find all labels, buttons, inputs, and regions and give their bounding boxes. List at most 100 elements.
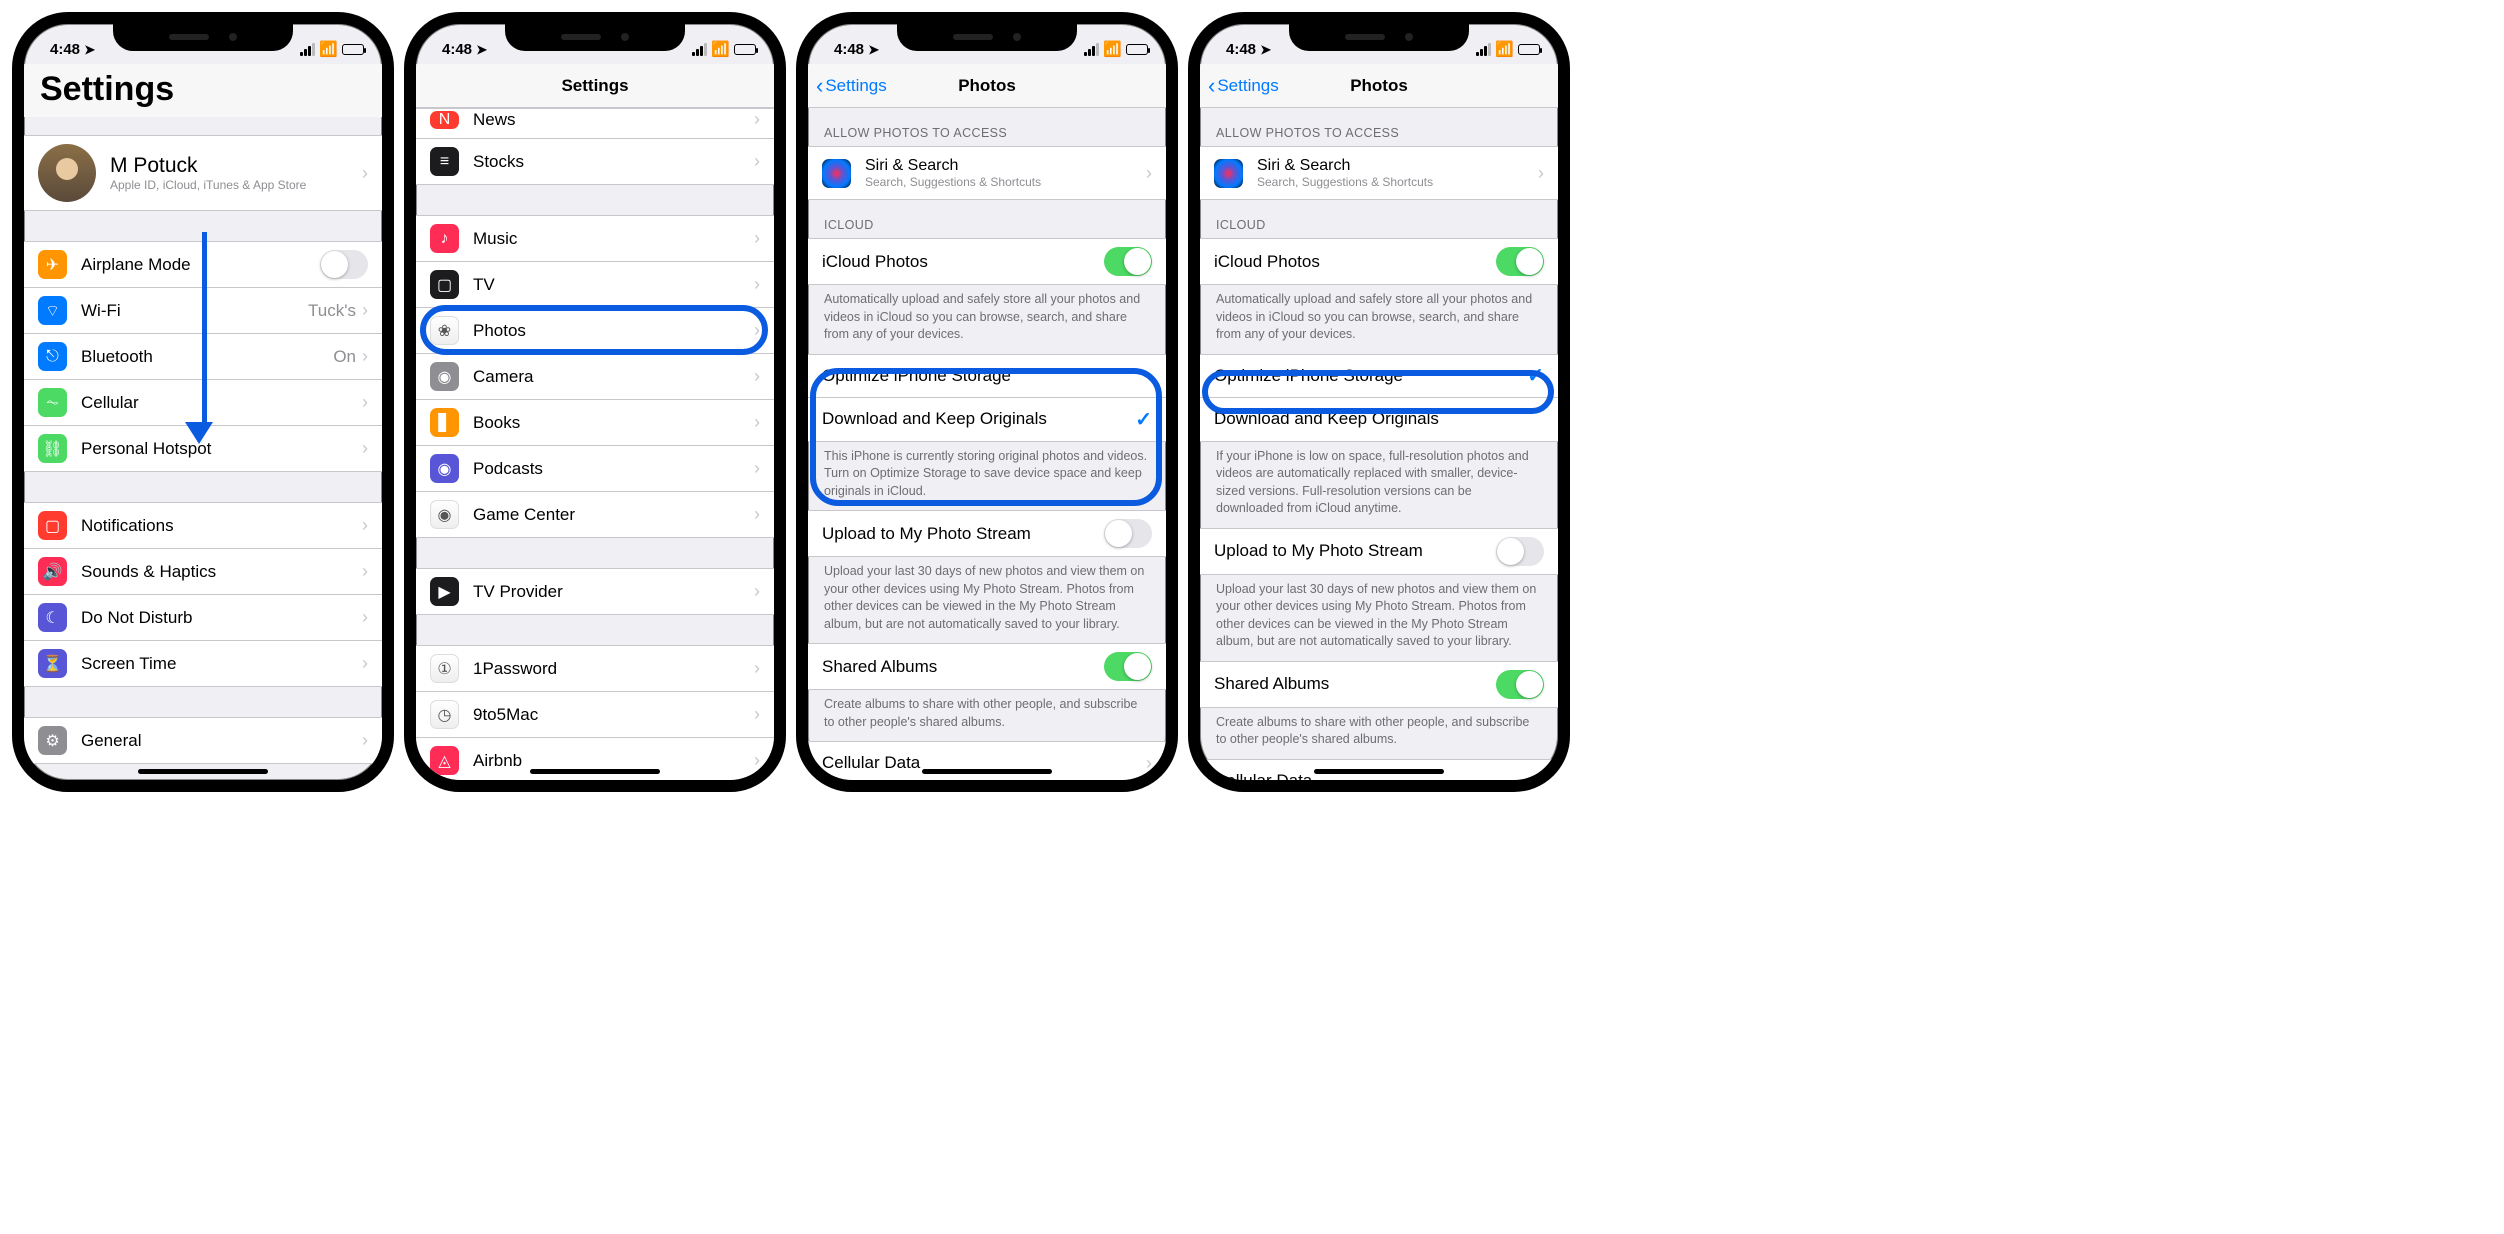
cell-label: News	[473, 110, 754, 130]
chevron-right-icon: ›	[1146, 163, 1152, 184]
chevron-right-icon: ›	[754, 366, 760, 387]
app-icon: ☾	[38, 603, 67, 632]
setting-cell-1password[interactable]: ①1Password›	[416, 645, 774, 692]
chevron-right-icon: ›	[754, 658, 760, 679]
home-indicator	[1314, 769, 1444, 774]
cell-label: Wi-Fi	[81, 301, 308, 321]
siri-search-cell[interactable]: Siri & Search Search, Suggestions & Shor…	[1200, 146, 1558, 200]
photo-stream-switch[interactable]	[1496, 537, 1544, 566]
back-button[interactable]: ‹Settings	[816, 75, 887, 97]
optimize-storage-cell[interactable]: Optimize iPhone Storage	[808, 354, 1166, 398]
setting-cell-camera[interactable]: ◉Camera›	[416, 354, 774, 400]
storage-footer: This iPhone is currently storing origina…	[808, 442, 1166, 511]
setting-cell-photos[interactable]: ❀Photos›	[416, 308, 774, 354]
storage-footer: If your iPhone is low on space, full-res…	[1200, 442, 1558, 528]
optimize-label: Optimize iPhone Storage	[822, 366, 1152, 386]
icloud-photos-switch[interactable]	[1104, 247, 1152, 276]
setting-cell-stocks[interactable]: ≡Stocks›	[416, 139, 774, 185]
setting-cell-do-not-disturb[interactable]: ☾ Do Not Disturb›	[24, 595, 382, 641]
location-icon: ➤	[476, 42, 487, 58]
setting-cell-general[interactable]: ⚙General›	[24, 717, 382, 764]
page-title: Settings	[24, 64, 382, 117]
checkmark-icon: ✓	[1527, 363, 1544, 388]
chevron-right-icon: ›	[362, 730, 368, 751]
cell-detail: On	[333, 347, 356, 367]
app-icon: ⚙	[38, 726, 67, 755]
siri-search-cell[interactable]: Siri & Search Search, Suggestions & Shor…	[808, 146, 1166, 200]
icloud-photos-label: iCloud Photos	[1214, 252, 1496, 272]
notch	[897, 23, 1077, 51]
nav-title: Photos	[1350, 76, 1408, 96]
setting-cell-9to5mac[interactable]: ◷9to5Mac›	[416, 692, 774, 738]
shared-footer: Create albums to share with other people…	[808, 690, 1166, 741]
cellular-data-cell[interactable]: Cellular Data ›	[808, 741, 1166, 780]
section-header-icloud: ICLOUD	[808, 200, 1166, 238]
download-originals-cell[interactable]: Download and Keep Originals ✓	[808, 398, 1166, 442]
chevron-right-icon: ›	[362, 392, 368, 413]
nav-bar: ‹Settings Photos	[1200, 64, 1558, 108]
profile-name: M Potuck	[110, 154, 362, 178]
shared-albums-cell[interactable]: Shared Albums	[1200, 661, 1558, 708]
toggle-switch[interactable]	[320, 250, 368, 279]
icloud-photos-cell[interactable]: iCloud Photos	[808, 238, 1166, 285]
shared-label: Shared Albums	[1214, 674, 1496, 694]
download-originals-cell[interactable]: Download and Keep Originals	[1200, 398, 1558, 442]
cell-label: Podcasts	[473, 459, 754, 479]
app-icon: ⏦	[38, 388, 67, 417]
nav-bar: Settings	[416, 64, 774, 108]
phone-settings-main: 4:48 ➤ 📶 Settings M Potuck Apple ID, iCl…	[12, 12, 394, 792]
setting-cell-sounds-haptics[interactable]: 🔊Sounds & Haptics›	[24, 549, 382, 595]
wifi-icon: 📶	[1495, 40, 1514, 58]
shared-albums-switch[interactable]	[1104, 652, 1152, 681]
chevron-right-icon: ›	[754, 704, 760, 725]
setting-cell-notifications[interactable]: ▢Notifications›	[24, 502, 382, 549]
notch	[505, 23, 685, 51]
setting-cell-tv[interactable]: ▢TV›	[416, 262, 774, 308]
status-time: 4:48	[50, 41, 80, 58]
download-label: Download and Keep Originals	[822, 409, 1135, 429]
photo-stream-cell[interactable]: Upload to My Photo Stream	[1200, 528, 1558, 575]
download-label: Download and Keep Originals	[1214, 409, 1544, 429]
cell-label: TV Provider	[473, 582, 754, 602]
shared-albums-switch[interactable]	[1496, 670, 1544, 699]
cell-label: Music	[473, 229, 754, 249]
battery-icon	[1518, 44, 1540, 55]
chevron-right-icon: ›	[754, 412, 760, 433]
photo-stream-switch[interactable]	[1104, 519, 1152, 548]
upload-label: Upload to My Photo Stream	[1214, 541, 1496, 561]
chevron-left-icon: ‹	[1208, 75, 1215, 97]
optimize-storage-cell[interactable]: Optimize iPhone Storage ✓	[1200, 354, 1558, 398]
setting-cell-books[interactable]: ▋ Books›	[416, 400, 774, 446]
setting-cell-podcasts[interactable]: ◉Podcasts›	[416, 446, 774, 492]
chevron-right-icon: ›	[754, 750, 760, 771]
setting-cell-music[interactable]: ♪Music›	[416, 215, 774, 262]
chevron-right-icon: ›	[362, 438, 368, 459]
app-icon: ◉	[430, 362, 459, 391]
signal-icon	[1476, 43, 1491, 56]
app-icon: ▢	[38, 511, 67, 540]
icloud-photos-cell[interactable]: iCloud Photos	[1200, 238, 1558, 285]
app-icon: ◉	[430, 454, 459, 483]
cell-label: Airbnb	[473, 751, 754, 771]
setting-cell-tv-provider[interactable]: ▶TV Provider›	[416, 568, 774, 615]
app-icon: ▋	[430, 408, 459, 437]
location-icon: ➤	[868, 42, 879, 58]
cell-label: TV	[473, 275, 754, 295]
chevron-right-icon: ›	[754, 504, 760, 525]
upload-label: Upload to My Photo Stream	[822, 524, 1104, 544]
setting-cell-screen-time[interactable]: ⏳Screen Time›	[24, 641, 382, 687]
photo-stream-cell[interactable]: Upload to My Photo Stream	[808, 510, 1166, 557]
phone-photos-keep-originals: 4:48 ➤ 📶 ‹Settings Photos ALLOW PHOTOS T…	[796, 12, 1178, 792]
back-button[interactable]: ‹Settings	[1208, 75, 1279, 97]
chevron-right-icon: ›	[362, 607, 368, 628]
cell-label: Do Not Disturb	[81, 608, 362, 628]
setting-cell-news[interactable]: NNews›	[416, 108, 774, 139]
cell-label: Screen Time	[81, 654, 362, 674]
shared-albums-cell[interactable]: Shared Albums	[808, 643, 1166, 690]
cell-label: Books	[473, 413, 754, 433]
notch	[1289, 23, 1469, 51]
back-label: Settings	[825, 76, 886, 96]
setting-cell-game-center[interactable]: ◉Game Center›	[416, 492, 774, 538]
profile-cell[interactable]: M Potuck Apple ID, iCloud, iTunes & App …	[24, 135, 382, 211]
icloud-photos-switch[interactable]	[1496, 247, 1544, 276]
